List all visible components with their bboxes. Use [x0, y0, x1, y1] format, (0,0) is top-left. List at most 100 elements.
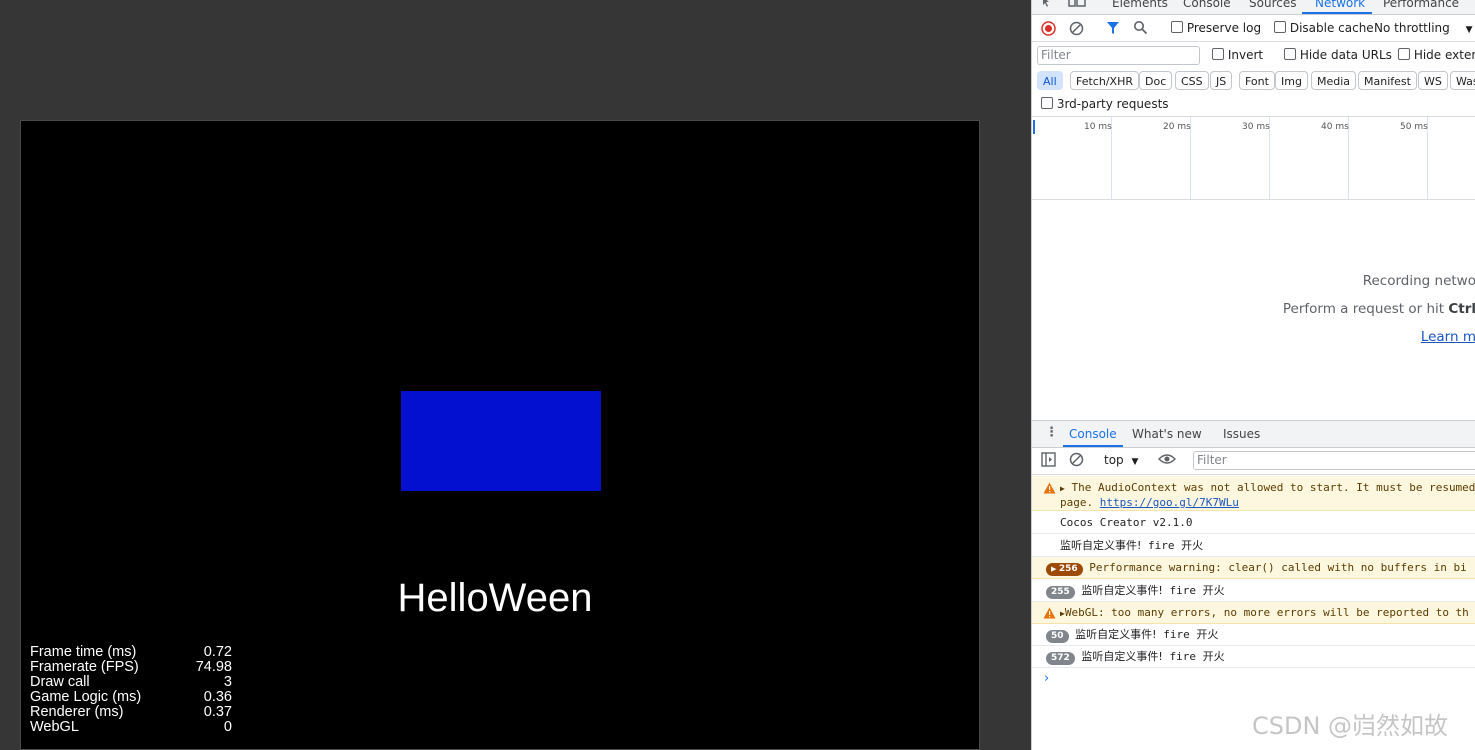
console-prompt-icon[interactable]: ›: [1044, 671, 1049, 686]
console-warning-message[interactable]: ▶WebGL: too many errors, no more errors …: [1032, 602, 1475, 624]
hint-text: Perform a request or hit: [1282, 301, 1449, 317]
stat-value: 0.36: [203, 689, 232, 705]
profiler-stats: Frame time (ms) 0.72 Framerate (FPS) 74.98…: [30, 645, 232, 735]
message-link[interactable]: https://goo.gl/7K7WLu: [1100, 496, 1239, 509]
inspect-element-icon[interactable]: [1042, 0, 1056, 8]
hide-extensions-checkbox[interactable]: Hide extens: [1398, 48, 1475, 62]
chevron-down-icon: ▼: [1131, 457, 1139, 467]
checkbox-box[interactable]: [1041, 97, 1053, 109]
live-expression-eye-icon[interactable]: [1158, 453, 1176, 465]
filter-chip-all[interactable]: All: [1037, 71, 1063, 90]
perform-request-hint: Perform a request or hit Ctrl: [1283, 301, 1475, 317]
filter-chip-manifest[interactable]: Manifest: [1358, 71, 1417, 90]
message-text: 监听自定义事件!: [1081, 650, 1163, 663]
tab-performance[interactable]: Performance: [1383, 0, 1459, 10]
third-party-checkbox[interactable]: 3rd-party requests: [1041, 97, 1169, 111]
drawer-tab-issues[interactable]: Issues: [1223, 427, 1260, 441]
stat-label: Renderer (ms): [30, 704, 124, 720]
checkbox-box[interactable]: [1212, 48, 1224, 60]
hide-data-urls-label: Hide data URLs: [1299, 48, 1392, 62]
filter-chip-wasm[interactable]: Was: [1450, 71, 1475, 90]
warning-icon: [1043, 482, 1056, 494]
message-text: WebGL: too many errors, no more errors w…: [1064, 606, 1469, 619]
preserve-log-checkbox[interactable]: Preserve log: [1171, 21, 1261, 35]
shortcut-key: Ctrl: [1448, 301, 1475, 317]
checkbox-box[interactable]: [1274, 21, 1286, 33]
console-log-message: 50 监听自定义事件! fire 开火: [1032, 624, 1475, 646]
console-log-message: 572 监听自定义事件! fire 开火: [1032, 646, 1475, 668]
stat-value: 3: [223, 674, 232, 690]
console-warning-message[interactable]: ▶ 256 Performance warning: clear() calle…: [1032, 557, 1475, 579]
message-arg: fire 开火: [1148, 539, 1204, 552]
game-canvas[interactable]: HelloWeen Frame time (ms) 0.72 Framerate …: [20, 120, 980, 750]
timeline-tick-label: 10 ms: [1084, 122, 1112, 132]
devtools-panel: Elements Console Sources Network Perform…: [1031, 0, 1475, 750]
active-tab-indicator: [1302, 12, 1372, 14]
context-select[interactable]: top ▼: [1104, 453, 1138, 467]
console-toolbar: top ▼ Filter: [1032, 447, 1475, 475]
stat-row: Game Logic (ms) 0.36: [30, 690, 232, 705]
more-options-icon[interactable]: ⋮: [1045, 425, 1058, 440]
device-toolbar-icon[interactable]: [1068, 0, 1086, 8]
network-toolbar: Preserve log Disable cache No throttling…: [1032, 15, 1475, 42]
disable-cache-checkbox[interactable]: Disable cache: [1274, 21, 1374, 35]
drawer-tab-bar: ⋮ Console What's new Issues: [1032, 420, 1475, 448]
hide-data-urls-checkbox[interactable]: Hide data URLs: [1284, 48, 1392, 62]
checkbox-box[interactable]: [1398, 48, 1410, 60]
invert-checkbox[interactable]: Invert: [1212, 48, 1263, 62]
repeat-count-badge: 50: [1046, 630, 1069, 643]
stat-value: 74.98: [195, 659, 232, 675]
timeline-tick-label: 40 ms: [1321, 122, 1349, 132]
message-text: Cocos Creator v2.1.0: [1060, 516, 1193, 529]
clear-console-icon[interactable]: [1069, 452, 1084, 467]
filter-chip-ws[interactable]: WS: [1418, 71, 1448, 90]
checkbox-box[interactable]: [1284, 48, 1296, 60]
tab-console[interactable]: Console: [1183, 0, 1231, 10]
filter-chip-js[interactable]: JS: [1210, 71, 1233, 90]
clear-icon[interactable]: [1069, 21, 1084, 36]
search-icon[interactable]: [1133, 20, 1148, 35]
timeline-tick-label: 20 ms: [1163, 122, 1191, 132]
throttling-value: No throttling: [1374, 21, 1450, 35]
message-text: 监听自定义事件!: [1075, 628, 1157, 641]
message-text: 监听自定义事件!: [1081, 584, 1163, 597]
repeat-count-badge: ▶ 256: [1046, 563, 1083, 576]
timeline-marker: [1033, 120, 1035, 134]
hello-label: HelloWeen: [397, 576, 593, 620]
stat-row: WebGL 0: [30, 720, 232, 735]
tab-sources[interactable]: Sources: [1249, 0, 1296, 10]
console-filter-input[interactable]: Filter: [1193, 451, 1475, 470]
record-stop-icon[interactable]: [1041, 21, 1056, 36]
expand-triangle-icon[interactable]: ▶: [1060, 484, 1065, 493]
network-timeline-overview[interactable]: 10 ms 20 ms 30 ms 40 ms 50 ms: [1032, 116, 1475, 200]
message-text-cont: page.: [1060, 496, 1094, 509]
chevron-down-icon: ▼: [1465, 25, 1473, 35]
repeat-count-badge: 572: [1046, 652, 1075, 665]
filter-chip-img[interactable]: Img: [1275, 71, 1308, 90]
timeline-tick-label: 30 ms: [1242, 122, 1270, 132]
filter-icon[interactable]: [1106, 21, 1120, 35]
stat-label: Draw call: [30, 674, 90, 690]
console-warning-message[interactable]: ▶ The AudioContext was not allowed to st…: [1032, 476, 1475, 511]
disable-cache-label: Disable cache: [1289, 21, 1374, 35]
throttling-select[interactable]: No throttling ▼: [1374, 21, 1473, 35]
drawer-tab-console[interactable]: Console: [1069, 427, 1117, 441]
third-party-label: 3rd-party requests: [1056, 97, 1169, 111]
message-text: The AudioContext was not allowed to star…: [1071, 481, 1475, 494]
filter-chip-doc[interactable]: Doc: [1139, 71, 1173, 90]
message-text: 监听自定义事件!: [1060, 539, 1142, 552]
tab-network[interactable]: Network: [1315, 0, 1365, 10]
console-log-message: Cocos Creator v2.1.0: [1032, 512, 1475, 534]
drawer-tab-whats-new[interactable]: What's new: [1132, 427, 1202, 441]
filter-chip-css[interactable]: CSS: [1175, 71, 1209, 90]
checkbox-box[interactable]: [1171, 21, 1183, 33]
filter-chip-fetch-xhr[interactable]: Fetch/XHR: [1070, 71, 1139, 90]
expand-triangle-icon[interactable]: ▶: [1051, 565, 1059, 573]
network-filter-input[interactable]: Filter: [1037, 46, 1200, 65]
learn-more-link[interactable]: Learn m: [1421, 329, 1475, 345]
sidebar-toggle-icon[interactable]: [1041, 452, 1056, 467]
tab-elements[interactable]: Elements: [1112, 0, 1168, 10]
filter-chip-font[interactable]: Font: [1239, 71, 1275, 90]
stat-row: Frame time (ms) 0.72: [30, 645, 232, 660]
filter-chip-media[interactable]: Media: [1311, 71, 1357, 90]
